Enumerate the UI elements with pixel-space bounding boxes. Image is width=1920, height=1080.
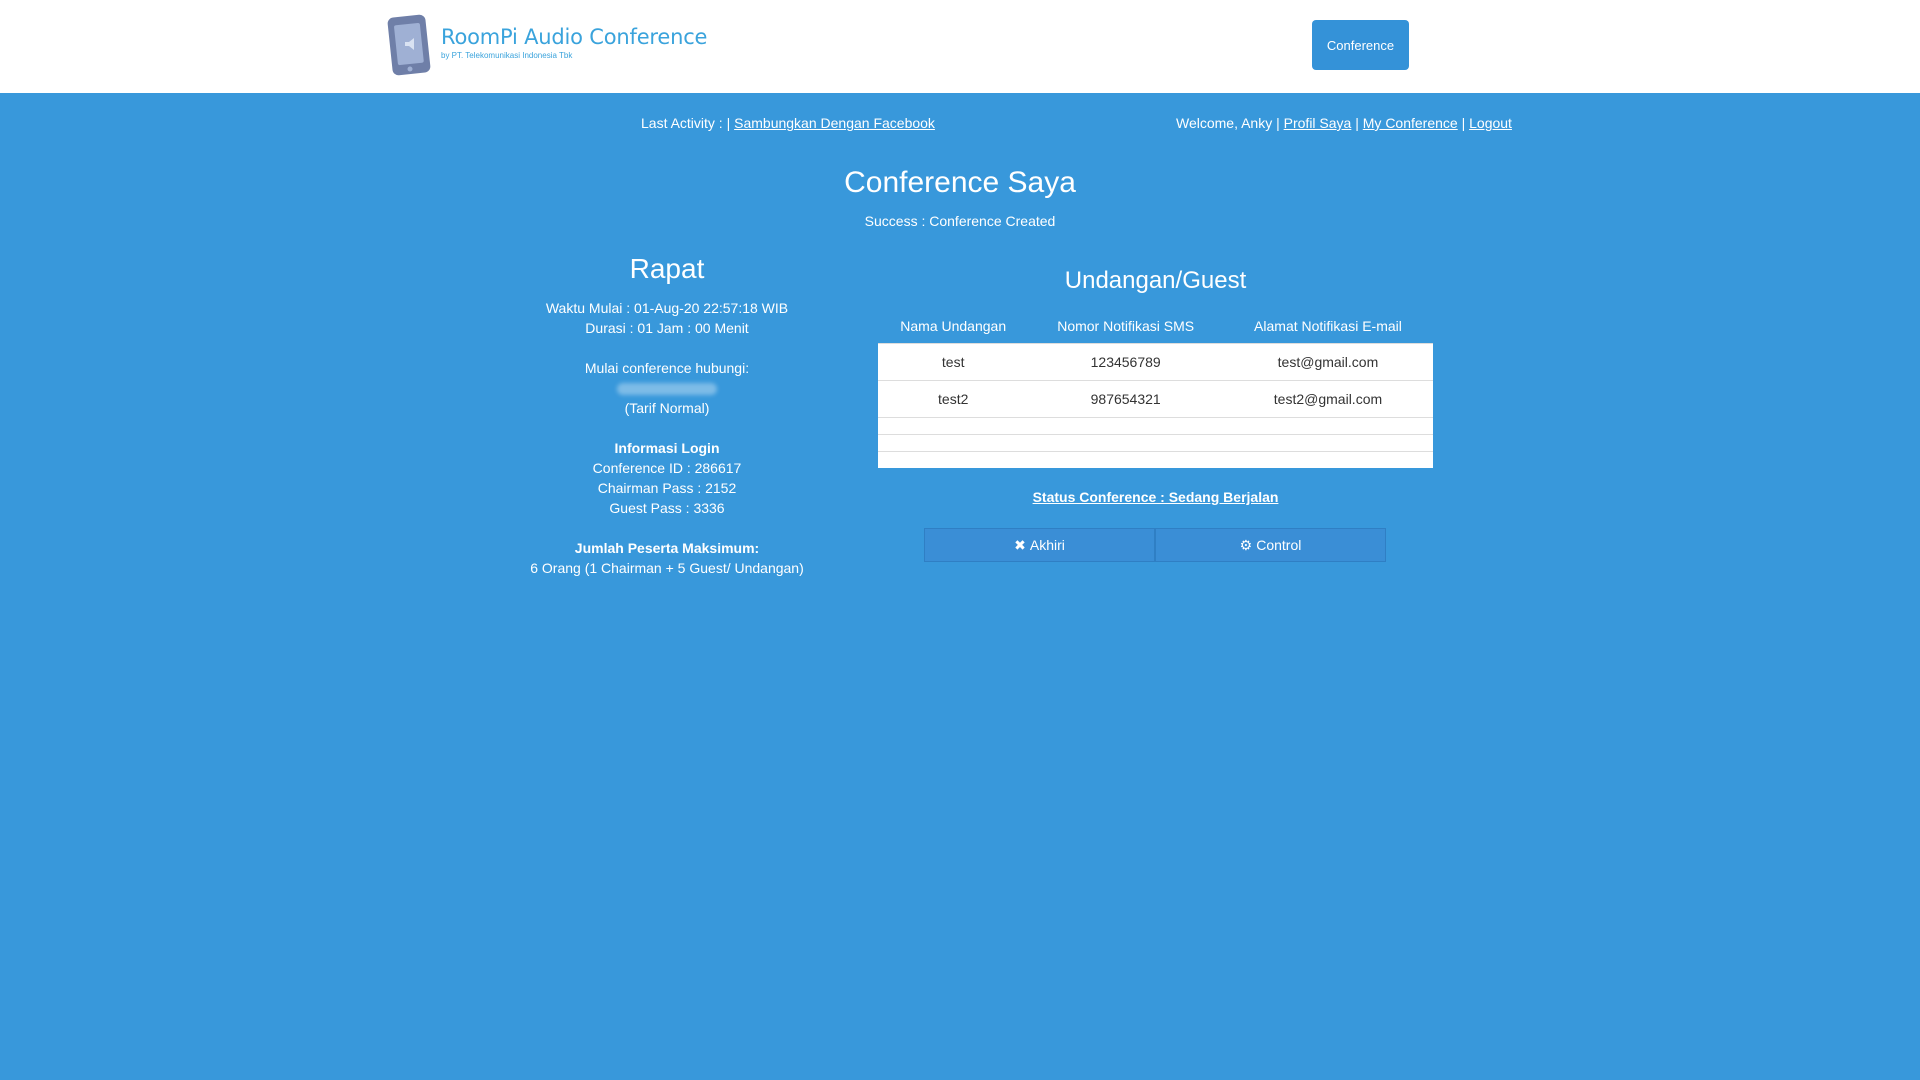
welcome-text: Welcome, Anky | <box>1176 115 1280 131</box>
guest-email: test@gmail.com <box>1222 342 1433 380</box>
max-participants-heading: Jumlah Peserta Maksimum: <box>574 540 760 556</box>
gear-icon: ⚙ <box>1239 536 1253 553</box>
max-participants-value: 6 Orang (1 Chairman + 5 Guest/ Undangan) <box>530 560 804 576</box>
blurred-phone-number <box>617 383 717 396</box>
rapat-panel: Rapat Waktu Mulai : 01-Aug-20 22:57:18 W… <box>517 252 817 578</box>
guest-sms: 987654321 <box>1028 379 1223 417</box>
table-row: test 123456789 test@gmail.com <box>878 342 1433 380</box>
last-activity-bar: Last Activity : | Sambungkan Dengan Face… <box>641 115 935 131</box>
column-header: Nama Undangan <box>900 318 1007 335</box>
end-conference-button[interactable]: ✖ Akhiri <box>924 528 1155 562</box>
login-info-heading: Informasi Login <box>614 440 720 456</box>
close-icon: ✖ <box>1014 536 1026 553</box>
page-title: Conference Saya <box>844 166 1076 199</box>
guest-table: Nama Undangan Nomor Notifikasi SMS Alama… <box>878 310 1433 468</box>
app-logo[interactable]: RoomPi Audio Conference by PT. Telekomun… <box>387 14 707 76</box>
header: RoomPi Audio Conference by PT. Telekomun… <box>0 0 1920 93</box>
guest-name: test <box>878 342 1029 380</box>
guest-name: test2 <box>878 379 1029 417</box>
rapat-title: Rapat <box>629 253 705 284</box>
control-label: Control <box>1256 537 1302 553</box>
nav-separator: | <box>1461 115 1466 131</box>
guest-email: test2@gmail.com <box>1222 379 1433 417</box>
user-nav: Welcome, Anky | Profil Saya | My Confere… <box>1176 115 1512 131</box>
nav-separator: | <box>1355 115 1359 131</box>
conference-button[interactable]: Conference <box>1312 20 1409 70</box>
conference-id: Conference ID : 286617 <box>592 460 742 476</box>
success-message: Success : Conference Created <box>864 213 1056 229</box>
last-activity-label: Last Activity : | <box>641 115 731 131</box>
end-label: Akhiri <box>1029 537 1065 553</box>
status-conference-link[interactable]: Status Conference : Sedang Berjalan <box>1033 489 1279 505</box>
chairman-pass: Chairman Pass : 2152 <box>597 480 737 496</box>
my-conference-link[interactable]: My Conference <box>1363 115 1458 131</box>
guest-sms: 123456789 <box>1028 342 1223 380</box>
facebook-connect-link[interactable]: Sambungkan Dengan Facebook <box>734 115 935 131</box>
empty-row <box>878 450 1433 468</box>
app-title: RoomPi Audio Conference <box>441 25 708 49</box>
contact-label: Mulai conference hubungi: <box>584 360 750 376</box>
profile-link[interactable]: Profil Saya <box>1284 115 1352 131</box>
guest-pass: Guest Pass : 3336 <box>609 500 725 516</box>
control-button[interactable]: ⚙ Control <box>1155 528 1386 562</box>
app-subtitle: by PT. Telekomunikasi Indonesia Tbk <box>441 51 573 60</box>
action-buttons: ✖ Akhiri ⚙ Control <box>924 528 1386 562</box>
empty-row <box>878 416 1433 434</box>
logout-link[interactable]: Logout <box>1469 115 1512 131</box>
tariff-note: (Tarif Normal) <box>624 400 710 416</box>
guest-section-title: Undangan/Guest <box>1064 267 1247 294</box>
column-header: Alamat Notifikasi E-mail <box>1254 318 1402 335</box>
empty-row <box>878 433 1433 451</box>
table-row: test2 987654321 test2@gmail.com <box>878 379 1433 417</box>
phone-icon <box>387 14 431 76</box>
start-time: Waktu Mulai : 01-Aug-20 22:57:18 WIB <box>545 300 789 316</box>
column-header: Nomor Notifikasi SMS <box>1057 318 1195 335</box>
status-conference: Status Conference : Sedang Berjalan <box>878 489 1433 505</box>
duration: Durasi : 01 Jam : 00 Menit <box>585 320 749 336</box>
